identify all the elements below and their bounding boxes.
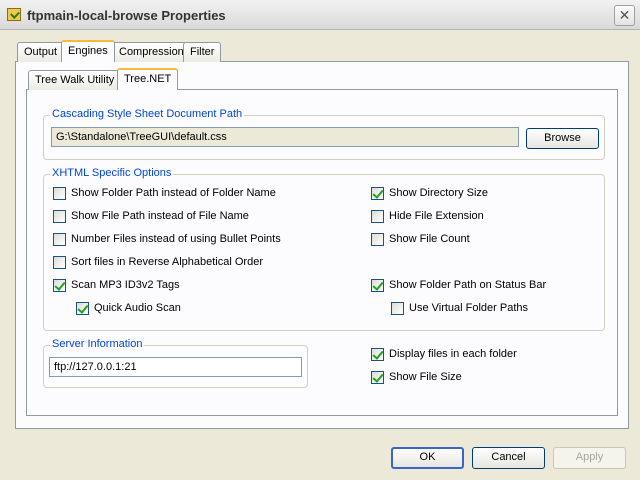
option-show-folder-path[interactable]: Show Folder Path instead of Folder Name [53,186,343,202]
checkbox-icon[interactable] [371,233,384,246]
cancel-button[interactable]: Cancel [472,447,545,469]
option-quick-audio-scan[interactable]: Quick Audio Scan [76,301,276,317]
app-icon [7,8,21,21]
checkbox-icon[interactable] [371,348,384,361]
checkbox-icon[interactable] [371,187,384,200]
close-icon: ✕ [618,7,631,23]
option-scan-mp3-tags[interactable]: Scan MP3 ID3v2 Tags [53,278,343,294]
css-path-legend: Cascading Style Sheet Document Path [50,108,245,120]
css-path-field[interactable]: G:\Standalone\TreeGUI\default.css [51,127,519,147]
tab-output[interactable]: Output [17,42,65,62]
option-show-directory-size[interactable]: Show Directory Size [371,186,591,202]
xhtml-options-legend: XHTML Specific Options [50,167,174,179]
option-number-files[interactable]: Number Files instead of using Bullet Poi… [53,232,343,248]
ok-button[interactable]: OK [391,447,464,469]
option-show-file-size[interactable]: Show File Size [371,370,591,386]
tab-compression[interactable]: Compression [112,42,191,62]
option-show-folder-path-status-bar[interactable]: Show Folder Path on Status Bar [371,278,591,294]
option-hide-file-extension[interactable]: Hide File Extension [371,209,591,225]
tab-tree-walk-utility[interactable]: Tree Walk Utility [28,70,122,90]
tab-engines[interactable]: Engines [61,40,115,62]
server-address-input[interactable]: ftp://127.0.0.1:21 [49,357,302,377]
apply-button[interactable]: Apply [553,447,626,469]
tab-filter[interactable]: Filter [183,42,222,62]
checkbox-icon[interactable] [76,302,89,315]
server-info-legend: Server Information [50,338,145,350]
checkbox-icon[interactable] [53,233,66,246]
checkbox-icon[interactable] [391,302,404,315]
checkbox-icon[interactable] [371,371,384,384]
checkbox-icon[interactable] [371,279,384,292]
browse-button[interactable]: Browse [526,128,599,149]
option-display-files-each-folder[interactable]: Display files in each folder [371,347,591,363]
window-title: ftpmain-local-browse Properties [27,8,226,23]
checkbox-icon[interactable] [371,210,384,223]
close-button[interactable]: ✕ [614,5,635,26]
option-show-file-count[interactable]: Show File Count [371,232,591,248]
tab-tree-net[interactable]: Tree.NET [117,68,179,90]
checkbox-icon[interactable] [53,279,66,292]
option-sort-reverse[interactable]: Sort files in Reverse Alphabetical Order [53,255,343,271]
checkbox-icon[interactable] [53,187,66,200]
option-use-virtual-folder-paths[interactable]: Use Virtual Folder Paths [391,301,591,317]
option-show-file-path[interactable]: Show File Path instead of File Name [53,209,343,225]
checkbox-icon[interactable] [53,210,66,223]
checkbox-icon[interactable] [53,256,66,269]
